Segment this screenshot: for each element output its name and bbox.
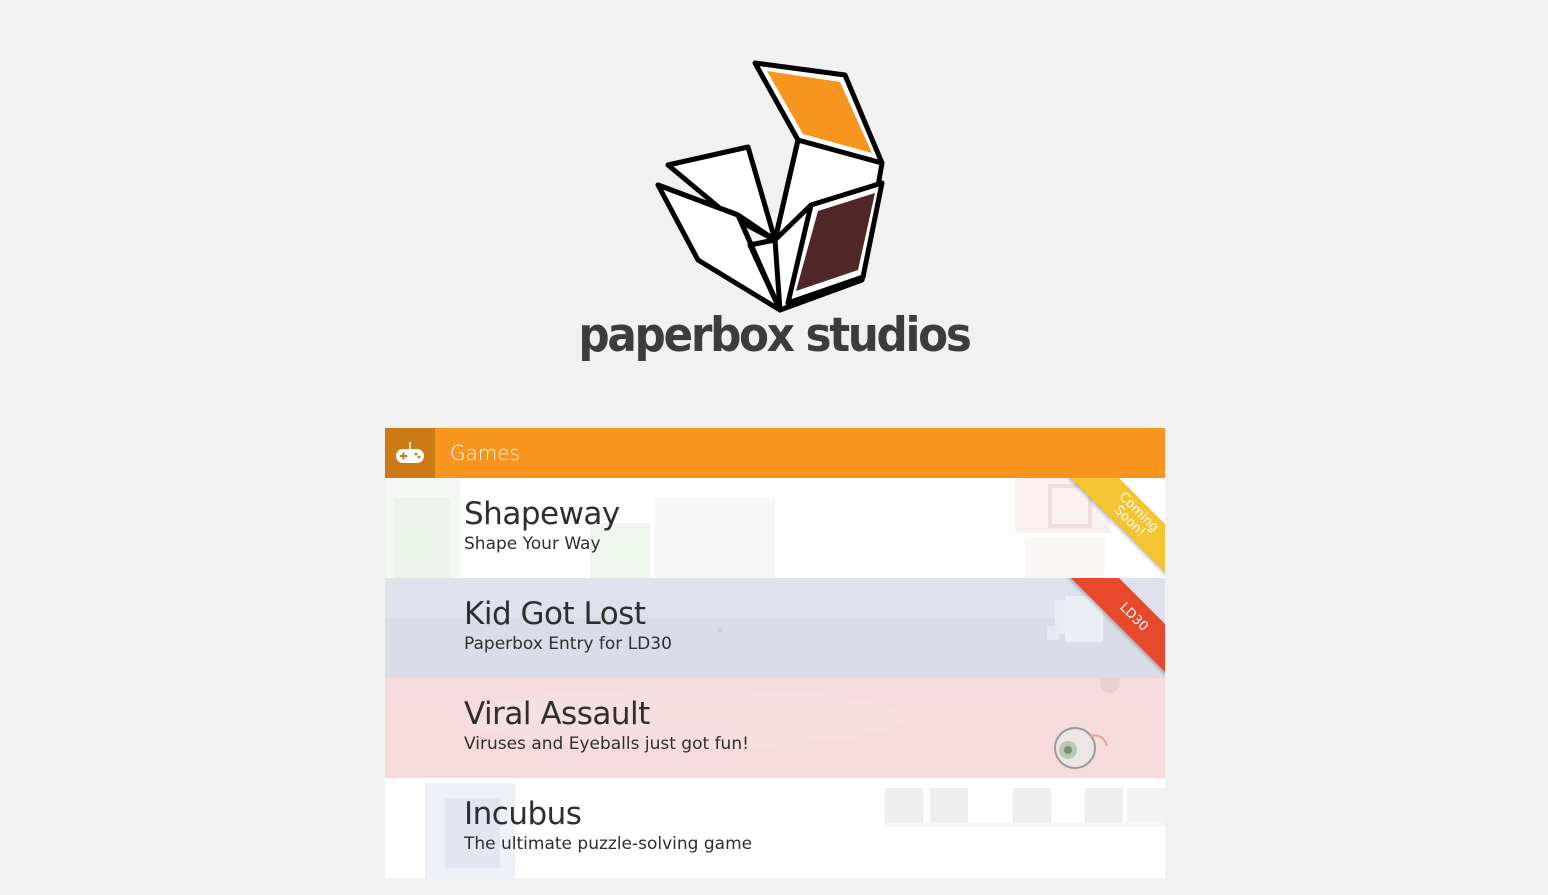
game-subtitle: Shape Your Way — [464, 534, 601, 554]
game-item-viral-assault[interactable]: Viral Assault Viruses and Eyeballs just … — [385, 678, 1165, 778]
game-item-shapeway[interactable]: Shapeway Shape Your Way Coming Soon! — [385, 478, 1165, 578]
ribbon-label: LD30 — [1116, 599, 1152, 635]
game-title: Incubus — [464, 796, 582, 832]
game-item-kid-got-lost[interactable]: Kid Got Lost Paperbox Entry for LD30 LD3… — [385, 578, 1165, 678]
game-subtitle: The ultimate puzzle-solving game — [464, 834, 753, 854]
gamepad-icon — [385, 428, 435, 478]
games-panel: Games Shapeway Shape Your Way Coming Soo… — [385, 428, 1165, 878]
game-title: Kid Got Lost — [464, 596, 646, 632]
game-subtitle: Paperbox Entry for LD30 — [464, 634, 672, 654]
game-item-incubus[interactable]: Incubus The ultimate puzzle-solving game — [385, 778, 1165, 878]
games-panel-header: Games — [385, 428, 1165, 478]
brand-name: paperbox studios — [578, 308, 971, 363]
games-panel-title: Games — [450, 441, 520, 465]
game-title: Viral Assault — [464, 696, 650, 732]
game-title: Shapeway — [464, 496, 620, 532]
ld30-ribbon: LD30 — [1055, 578, 1165, 678]
ribbon-label: Coming Soon! — [1110, 489, 1162, 541]
paperbox-logo — [655, 60, 885, 313]
page: paperbox studios Games Shapeway Shape Yo… — [0, 0, 1548, 895]
coming-soon-ribbon: Coming Soon! — [1055, 478, 1165, 578]
game-subtitle: Viruses and Eyeballs just got fun! — [464, 734, 749, 754]
